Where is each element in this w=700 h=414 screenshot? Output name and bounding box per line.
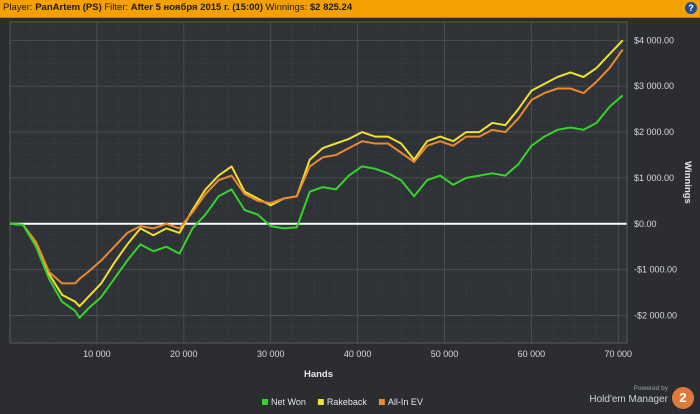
- y-tick-label: -$2 000.00: [634, 310, 677, 320]
- legend-swatch: [378, 399, 385, 405]
- player-label: Player:: [3, 2, 33, 13]
- product-name: Hold'em Manager: [589, 394, 668, 405]
- y-tick-label: $0.00: [634, 219, 657, 229]
- x-tick-label: 40 000: [344, 349, 372, 359]
- filter-value: After 5 ноября 2015 г. (15:00): [130, 2, 263, 13]
- branding: Powered by Hold'em Manager 2: [576, 385, 696, 411]
- legend-swatch: [317, 399, 324, 405]
- help-icon[interactable]: ?: [685, 2, 697, 14]
- y-tick-label: $1 000.00: [634, 173, 674, 183]
- report-header-bar: Player: PanArtem (PS) Filter: After 5 но…: [0, 0, 700, 18]
- y-tick-label: $3 000.00: [634, 81, 674, 91]
- x-tick-label: 50 000: [431, 349, 459, 359]
- x-axis-title: Hands: [304, 369, 333, 380]
- x-tick-label: 10 000: [83, 349, 111, 359]
- hm2-logo-icon: 2: [672, 387, 694, 409]
- player-name: PanArtem (PS): [35, 2, 102, 13]
- y-tick-label: $2 000.00: [634, 127, 674, 137]
- x-tick-label: 30 000: [257, 349, 285, 359]
- legend-label: Rakeback: [327, 397, 368, 407]
- winnings-value: $2 825.24: [309, 2, 353, 13]
- x-tick-label: 60 000: [518, 349, 546, 359]
- x-tick-label: 70 000: [605, 349, 633, 359]
- legend-label: Net Won: [271, 397, 306, 407]
- winnings-chart: 10 000 20 000 30 000 40 000 50 000 60 000 70 0…: [9, 21, 693, 407]
- x-tick-label: 20 000: [170, 349, 198, 359]
- y-tick-label: $4 000.00: [634, 35, 674, 45]
- powered-by-text: Powered by: [633, 385, 668, 392]
- y-axis-title: Winnings: [682, 161, 693, 204]
- winnings-label: Winnings:: [265, 2, 308, 13]
- filter-label: Filter:: [104, 2, 129, 13]
- report-filter-summary: Player: PanArtem (PS) Filter: After 5 но…: [3, 2, 352, 13]
- legend-swatch: [262, 399, 268, 405]
- legend-label: All-In EV: [388, 397, 423, 407]
- y-tick-label: -$1 000.00: [634, 265, 677, 275]
